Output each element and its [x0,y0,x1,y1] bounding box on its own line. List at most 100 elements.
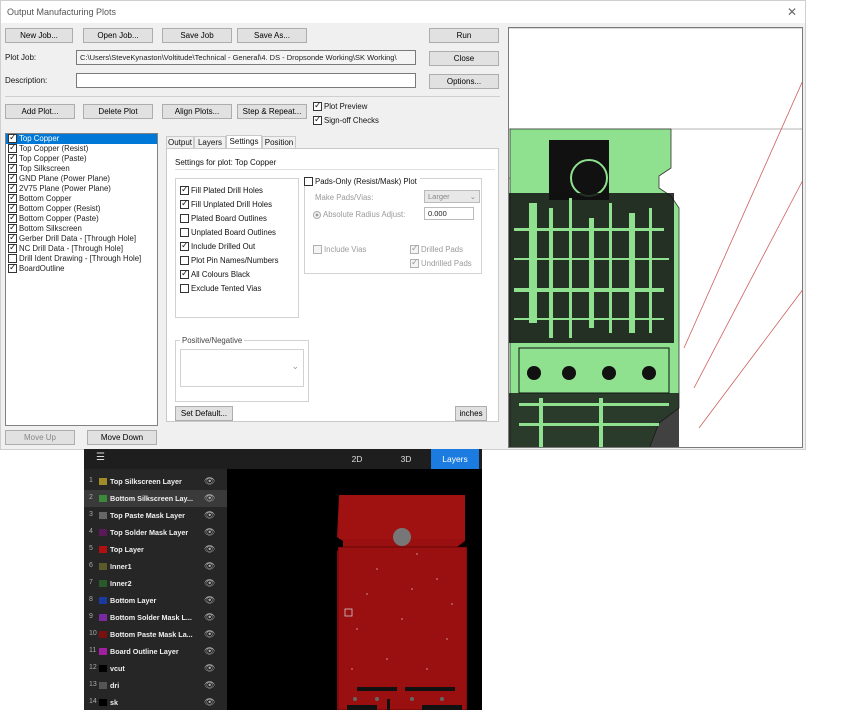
units-button[interactable]: inches [455,406,487,421]
abs-radius-field[interactable]: 0.000 [424,207,474,220]
plot-list[interactable]: Top CopperTop Copper (Resist)Top Copper … [5,132,158,426]
layer-row[interactable]: 5 Top Layer 👁 [84,541,227,558]
eye-icon[interactable]: 👁 [204,578,215,589]
eye-icon[interactable]: 👁 [204,663,215,674]
layer-row[interactable]: 1 Top Silkscreen Layer 👁 [84,473,227,490]
eye-icon[interactable]: 👁 [204,527,215,538]
plot-list-item[interactable]: NC Drill Data - [Through Hole] [6,242,157,254]
layer-row[interactable]: 7 Inner2 👁 [84,575,227,592]
align-plots-button[interactable]: Align Plots... [162,104,232,119]
eye-icon[interactable]: 👁 [204,612,215,623]
set-default-button[interactable]: Set Default... [175,406,233,421]
plot-preview-checkbox[interactable]: Plot Preview [313,100,367,112]
plot-option-checkbox[interactable]: Plot Pin Names/Numbers [180,256,279,266]
make-pads-select[interactable]: Larger ⌄ [424,190,480,203]
layer-number: 7 [89,579,93,586]
drilled-pads-label: Drilled Pads [421,245,464,254]
options-button[interactable]: Options... [429,74,499,89]
layer-row[interactable]: 13 dri 👁 [84,677,227,694]
undrilled-pads-checkbox[interactable]: Undrilled Pads [410,257,472,269]
include-vias-checkbox[interactable]: Include Vias [313,245,366,255]
plot-option-checkbox[interactable]: All Colours Black [180,268,250,280]
move-down-button[interactable]: Move Down [87,430,157,445]
eye-icon[interactable]: 👁 [204,629,215,640]
plot-list-item[interactable]: Top Silkscreen [6,162,157,174]
eye-icon[interactable]: 👁 [204,544,215,555]
plot-option-checkbox[interactable]: Include Drilled Out [180,240,255,252]
layer-row[interactable]: 6 Inner1 👁 [84,558,227,575]
delete-plot-button[interactable]: Delete Plot [83,104,153,119]
plot-option-checkbox[interactable]: Unplated Board Outlines [180,228,276,238]
plot-list-item[interactable]: Top Copper [6,132,157,144]
layer-row[interactable]: 11 Board Outline Layer 👁 [84,643,227,660]
abs-radius-label: Absolute Radius Adjust: [323,210,406,219]
open-job-button[interactable]: Open Job... [83,28,153,43]
checkbox-icon [180,198,189,210]
description-field[interactable] [76,73,416,88]
plot-list-item[interactable]: Drill Ident Drawing - [Through Hole] [6,254,157,264]
signoff-checks-checkbox[interactable]: Sign-off Checks [313,114,379,126]
plot-job-field[interactable]: C:\Users\SteveKynaston\Voltitude\Technic… [76,50,416,65]
new-job-button[interactable]: New Job... [5,28,73,43]
checkbox-icon [180,184,189,196]
eye-icon[interactable]: 👁 [204,697,215,708]
tab-2d[interactable]: 2D [342,449,372,469]
posneg-select[interactable]: ⌄ [180,349,304,387]
plot-list-item[interactable]: Top Copper (Resist) [6,142,157,154]
plot-option-checkbox[interactable]: Exclude Tented Vias [180,284,261,294]
tab-settings[interactable]: Settings [226,135,262,149]
add-plot-button[interactable]: Add Plot... [5,104,75,119]
step-repeat-button[interactable]: Step & Repeat... [237,104,307,119]
eye-icon[interactable]: 👁 [204,510,215,521]
checkbox-icon[interactable] [8,262,17,274]
layer-row[interactable]: 3 Top Paste Mask Layer 👁 [84,507,227,524]
plot-list-item[interactable]: GND Plane (Power Plane) [6,172,157,184]
plot-list-item[interactable]: Bottom Copper (Resist) [6,202,157,214]
drilled-pads-checkbox[interactable]: Drilled Pads [410,243,464,255]
close-button[interactable]: Close [429,51,499,66]
checkbox-icon [313,100,322,112]
eye-icon[interactable]: 👁 [204,646,215,657]
eye-icon[interactable]: 👁 [204,561,215,572]
layer-row[interactable]: 8 Bottom Layer 👁 [84,592,227,609]
plot-list-item[interactable]: Bottom Silkscreen [6,222,157,234]
layer-number: 10 [89,630,97,637]
plot-list-item-label: BoardOutline [19,264,65,273]
plot-option-checkbox[interactable]: Fill Unplated Drill Holes [180,198,272,210]
save-job-button[interactable]: Save Job [162,28,232,43]
move-up-button[interactable]: Move Up [5,430,75,445]
layer-row[interactable]: 10 Bottom Paste Mask La... 👁 [84,626,227,643]
plot-list-item[interactable]: Bottom Copper [6,192,157,204]
close-icon[interactable]: ✕ [787,5,797,19]
layer-name: Board Outline Layer [110,647,179,656]
layer-row[interactable]: 14 sk 👁 [84,694,227,711]
plot-option-checkbox[interactable]: Fill Plated Drill Holes [180,184,263,196]
eye-icon[interactable]: 👁 [204,680,215,691]
tab-layers[interactable]: Layers [431,449,479,469]
eye-icon[interactable]: 👁 [204,595,215,606]
board-render[interactable] [227,469,482,710]
plot-list-item[interactable]: Top Copper (Paste) [6,152,157,164]
plot-list-item[interactable]: 2V75 Plane (Power Plane) [6,182,157,194]
pads-only-checkbox[interactable]: Pads-Only (Resist/Mask) Plot [304,177,420,187]
layer-row[interactable]: 4 Top Solder Mask Layer 👁 [84,524,227,541]
layer-row[interactable]: 9 Bottom Solder Mask L... 👁 [84,609,227,626]
menu-icon[interactable]: ☰ [96,452,105,463]
plot-list-item[interactable]: BoardOutline [6,262,157,274]
layer-color-swatch [99,648,107,655]
tab-3d[interactable]: 3D [391,449,421,469]
eye-icon[interactable]: 👁 [204,476,215,487]
layer-row[interactable]: 12 vcut 👁 [84,660,227,677]
eye-icon[interactable]: 👁 [204,493,215,504]
save-as-button[interactable]: Save As... [237,28,307,43]
checkbox-icon[interactable] [8,242,17,254]
plot-option-label: Plated Board Outlines [191,214,267,223]
abs-radius-radio[interactable]: Absolute Radius Adjust: [313,210,405,219]
checkbox-icon [180,268,189,280]
layer-row[interactable]: 2 Bottom Silkscreen Lay... 👁 [84,490,227,507]
run-button[interactable]: Run [429,28,499,43]
plot-list-item[interactable]: Gerber Drill Data - [Through Hole] [6,232,157,244]
plot-list-item[interactable]: Bottom Copper (Paste) [6,212,157,224]
plot-list-item-label: Bottom Copper [19,194,72,203]
plot-option-checkbox[interactable]: Plated Board Outlines [180,214,267,224]
